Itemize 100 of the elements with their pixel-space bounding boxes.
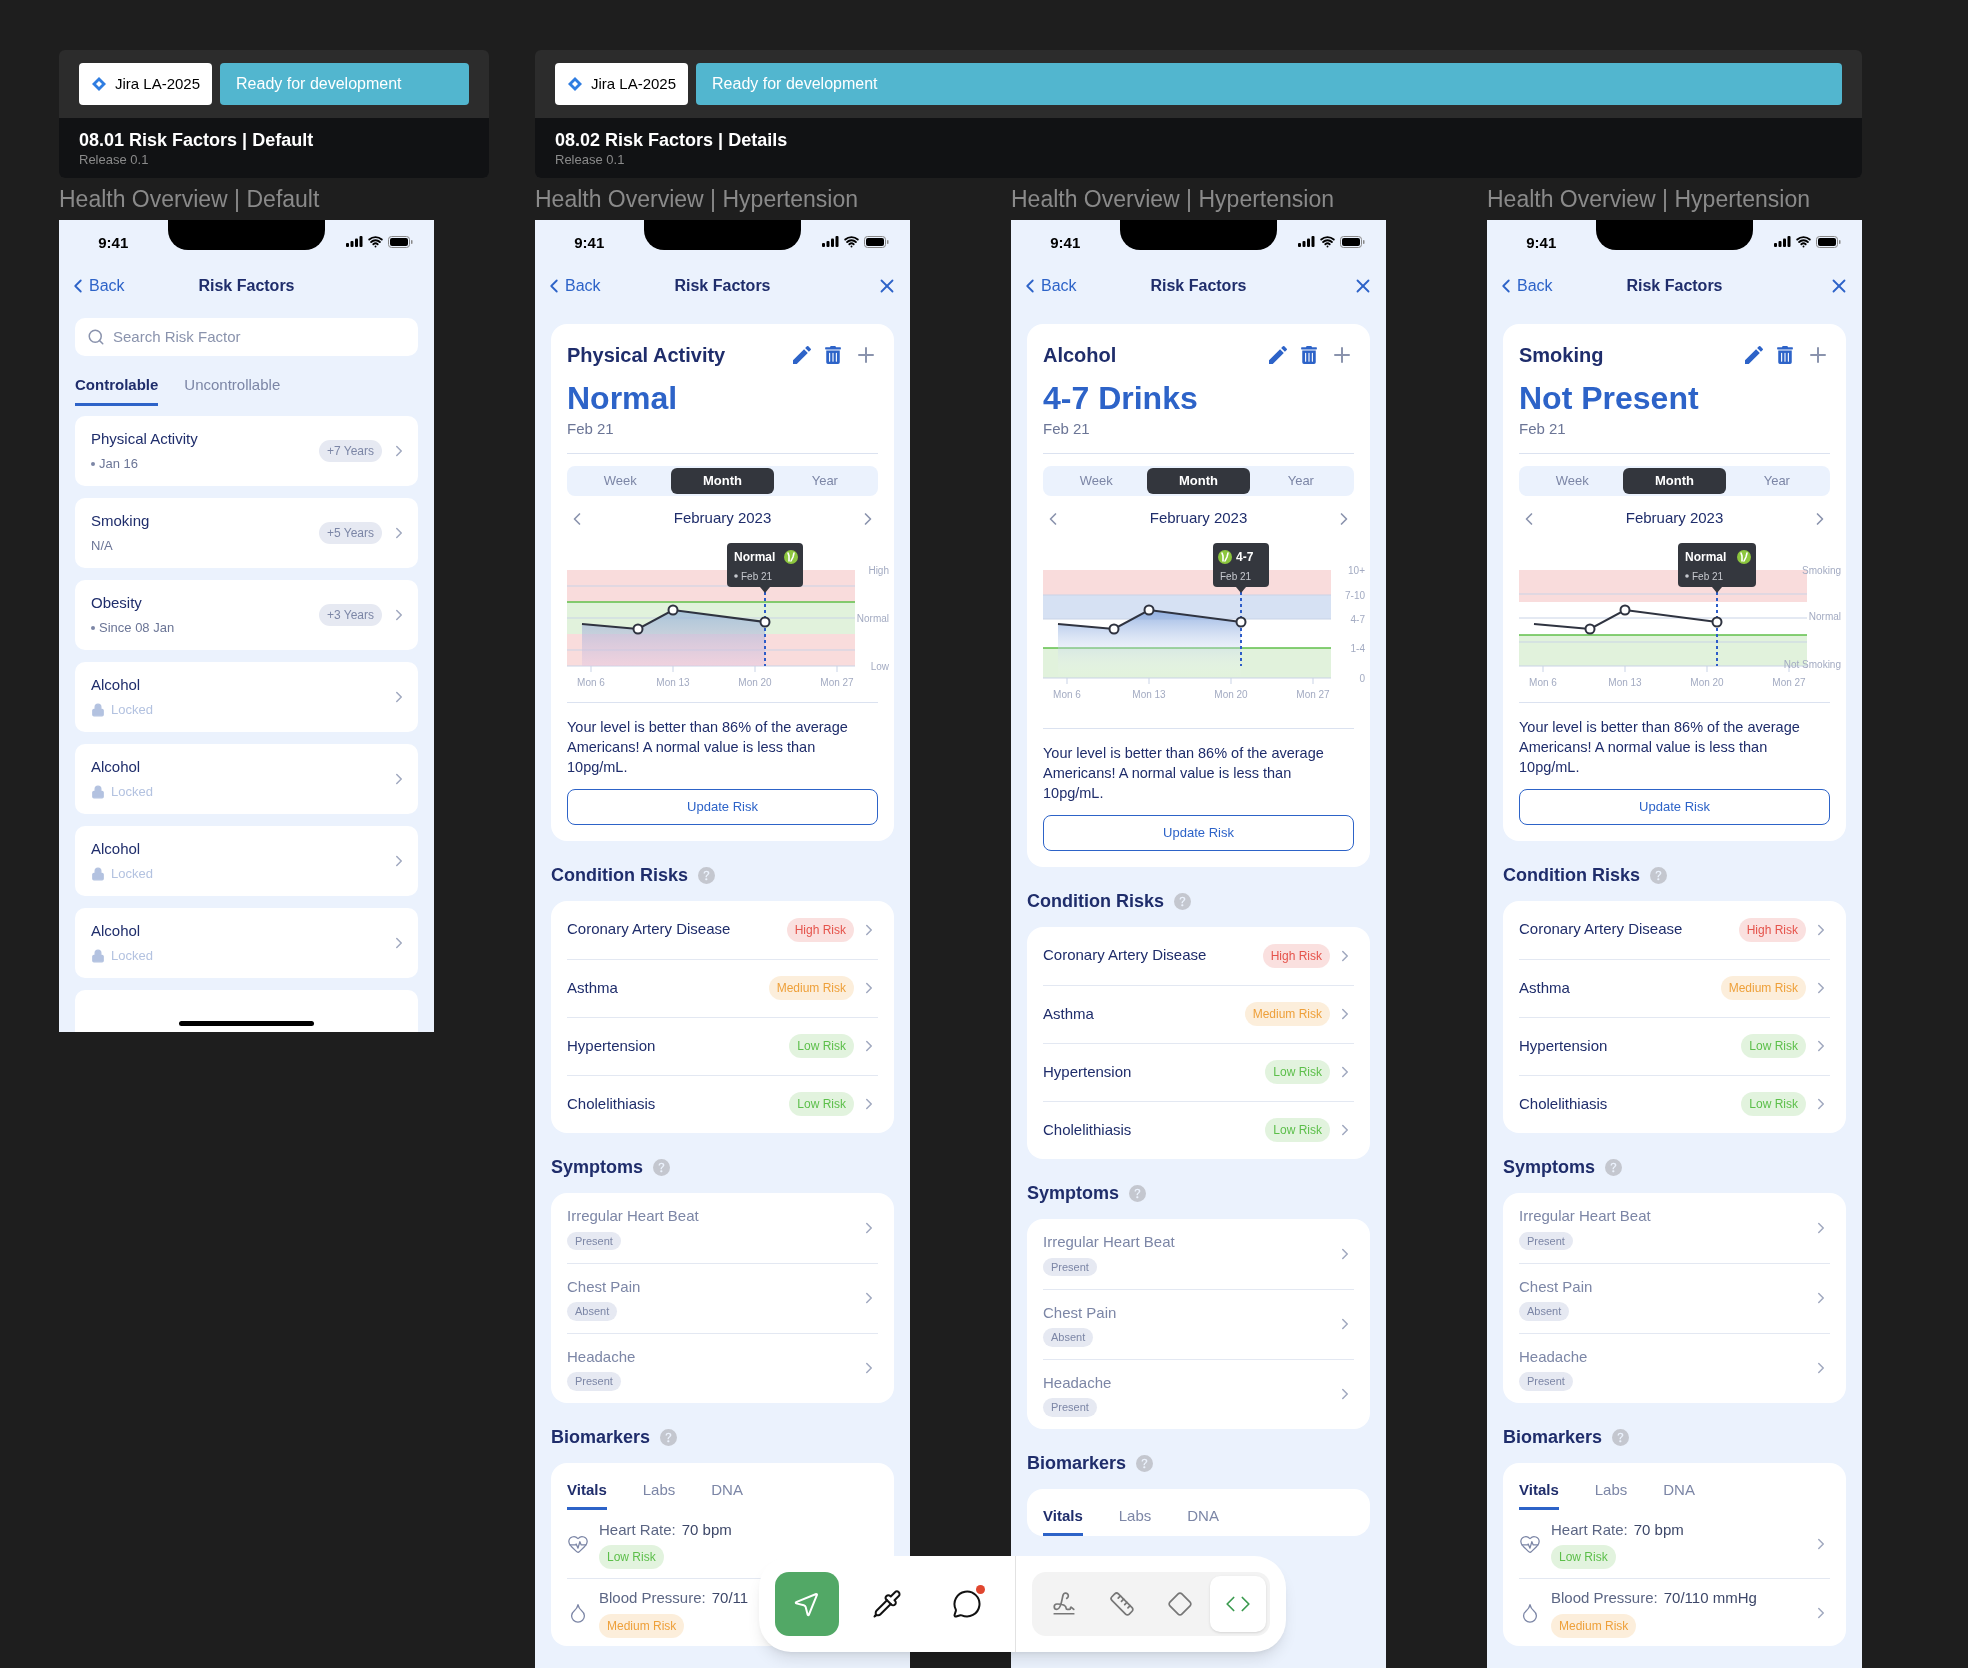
update-risk-button[interactable]: Update Risk <box>567 788 878 825</box>
biomarker-tab[interactable]: DNA <box>1187 1504 1219 1536</box>
tooltip-date: Feb 21 <box>1692 570 1724 582</box>
help-icon[interactable] <box>1612 1428 1630 1446</box>
factor-note: Locked <box>111 783 153 801</box>
symptom-row[interactable]: Chest Pain Absent <box>567 1262 878 1333</box>
risk-factor-card[interactable]: Alcohol Locked <box>75 825 418 896</box>
condition-row[interactable]: Asthma Medium Risk <box>567 958 878 1017</box>
condition-row[interactable]: Asthma Medium Risk <box>1519 958 1830 1017</box>
battery-icon <box>388 235 414 248</box>
biomarker-tab[interactable]: DNA <box>1663 1478 1695 1510</box>
data-point <box>1619 604 1631 615</box>
trash-icon[interactable] <box>824 346 842 364</box>
battery-icon <box>1340 235 1366 248</box>
data-point <box>632 623 644 634</box>
ticket-chip[interactable]: Jira LA-2025 <box>79 63 213 105</box>
symptom-row[interactable]: Headache Present <box>1519 1332 1830 1403</box>
help-icon[interactable] <box>1136 1454 1154 1472</box>
pencil-icon[interactable] <box>1266 343 1290 367</box>
x-axis-label: Mon 20 <box>738 676 772 688</box>
years-badge: +3 Years <box>318 603 382 626</box>
clock-time: 9:41 <box>1525 233 1558 253</box>
update-risk-button[interactable]: Update Risk <box>1043 814 1354 851</box>
biomarker-tab[interactable]: Vitals <box>1043 1504 1083 1536</box>
search-field[interactable]: Search Risk Factor <box>75 318 418 356</box>
lock-icon <box>91 948 105 963</box>
condition-row[interactable]: Cholelithiasis Low Risk <box>567 1074 878 1133</box>
back-button[interactable]: Back <box>67 274 147 298</box>
vital-row[interactable]: Heart Rate: 70 bpm Low Risk <box>567 1510 878 1578</box>
ticket-chip[interactable]: Jira LA-2025 <box>555 63 689 105</box>
help-icon[interactable] <box>1605 1158 1623 1176</box>
condition-row[interactable]: Cholelithiasis Low Risk <box>1043 1100 1354 1159</box>
risk-factor-card[interactable]: Alcohol Locked <box>75 907 418 978</box>
trash-icon[interactable] <box>1776 346 1794 364</box>
condition-row[interactable]: Coronary Artery Disease High Risk <box>1519 900 1830 959</box>
help-icon[interactable] <box>660 1428 678 1446</box>
risk-factor-card[interactable]: Alcohol Locked <box>75 661 418 732</box>
risk-factor-card[interactable]: Smoking N/A +5 Years <box>75 497 418 568</box>
help-icon[interactable] <box>1650 866 1667 884</box>
condition-row[interactable]: Asthma Medium Risk <box>1043 984 1354 1043</box>
biomarker-tab[interactable]: Labs <box>1594 1478 1628 1510</box>
biomarker-tab[interactable]: Labs <box>1118 1504 1152 1536</box>
vital-row[interactable]: Heart Rate: 70 bpm Low Risk <box>1519 1510 1830 1578</box>
condition-row[interactable]: Hypertension Low Risk <box>1043 1042 1354 1101</box>
condition-row[interactable]: Hypertension Low Risk <box>1519 1016 1830 1075</box>
symptom-name: Headache <box>1043 1372 1112 1393</box>
symptom-name: Chest Pain <box>567 1276 641 1297</box>
biomarker-tab[interactable]: DNA <box>711 1478 743 1510</box>
back-button[interactable]: Back <box>1495 274 1575 298</box>
period-segment[interactable]: Month <box>671 467 774 494</box>
biomarker-tab[interactable]: Labs <box>642 1478 676 1510</box>
condition-row[interactable]: Hypertension Low Risk <box>567 1016 878 1075</box>
pencil-icon[interactable] <box>790 343 814 367</box>
mode-button[interactable] <box>1210 1576 1266 1632</box>
x-axis-label: Mon 20 <box>1214 688 1248 700</box>
factor-value: Normal <box>567 379 679 418</box>
factor-name: Obesity <box>91 592 143 613</box>
help-icon[interactable] <box>653 1158 671 1176</box>
clock-time: 9:41 <box>573 233 606 253</box>
help-icon[interactable] <box>1129 1184 1147 1202</box>
biomarker-tab[interactable]: Vitals <box>1519 1478 1559 1510</box>
back-button[interactable]: Back <box>1019 274 1099 298</box>
pencil-icon[interactable] <box>1742 343 1766 367</box>
month-label: February 2023 <box>673 508 772 529</box>
trash-icon[interactable] <box>1300 346 1318 364</box>
vital-row[interactable]: Blood Pressure: 70/110 mmHg Medium Risk <box>1519 1578 1830 1646</box>
condition-row[interactable]: Cholelithiasis Low Risk <box>1519 1074 1830 1133</box>
signal-icon <box>1298 236 1316 247</box>
condition-row[interactable]: Coronary Artery Disease High Risk <box>567 900 878 959</box>
y-axis-label: Low <box>870 660 889 672</box>
wifi-icon <box>1796 234 1812 249</box>
period-segment[interactable]: Month <box>1623 467 1726 494</box>
factor-note: Locked <box>111 947 153 965</box>
search-input[interactable]: Search Risk Factor <box>113 325 406 349</box>
risk-factor-card[interactable]: Physical Activity Jan 16 +7 Years <box>75 415 418 486</box>
symptom-row[interactable]: Headache Present <box>567 1332 878 1403</box>
help-icon[interactable] <box>698 866 715 884</box>
symptom-row[interactable]: Irregular Heart Beat Present <box>1043 1218 1354 1289</box>
period-segment[interactable]: Month <box>1147 467 1250 494</box>
symptom-row[interactable]: Irregular Heart Beat Present <box>567 1192 878 1263</box>
risk-badge: Low Risk <box>789 1034 854 1058</box>
update-risk-button[interactable]: Update Risk <box>1519 788 1830 825</box>
risk-factor-card[interactable]: Alcohol Locked <box>75 743 418 814</box>
symptom-row[interactable]: Chest Pain Absent <box>1519 1262 1830 1333</box>
biomarker-tab[interactable]: Vitals <box>567 1478 607 1510</box>
condition-name: Asthma <box>1519 977 1571 998</box>
section-title: Condition Risks <box>1027 889 1164 913</box>
risk-badge: Low Risk <box>789 1092 854 1116</box>
search-icon <box>87 328 105 346</box>
risk-factor-card[interactable]: Obesity Since 08 Jan +3 Years <box>75 579 418 650</box>
symptom-row[interactable]: Headache Present <box>1043 1358 1354 1429</box>
condition-row[interactable]: Coronary Artery Disease High Risk <box>1043 926 1354 985</box>
factor-note: Locked <box>111 865 153 883</box>
symptom-row[interactable]: Irregular Heart Beat Present <box>1519 1192 1830 1263</box>
category-tab[interactable]: Controlable <box>75 374 159 406</box>
factor-name: Alcohol <box>91 838 142 859</box>
symptom-name: Chest Pain <box>1519 1276 1593 1297</box>
help-icon[interactable] <box>1174 892 1191 910</box>
back-button[interactable]: Back <box>543 274 623 298</box>
symptom-row[interactable]: Chest Pain Absent <box>1043 1288 1354 1359</box>
